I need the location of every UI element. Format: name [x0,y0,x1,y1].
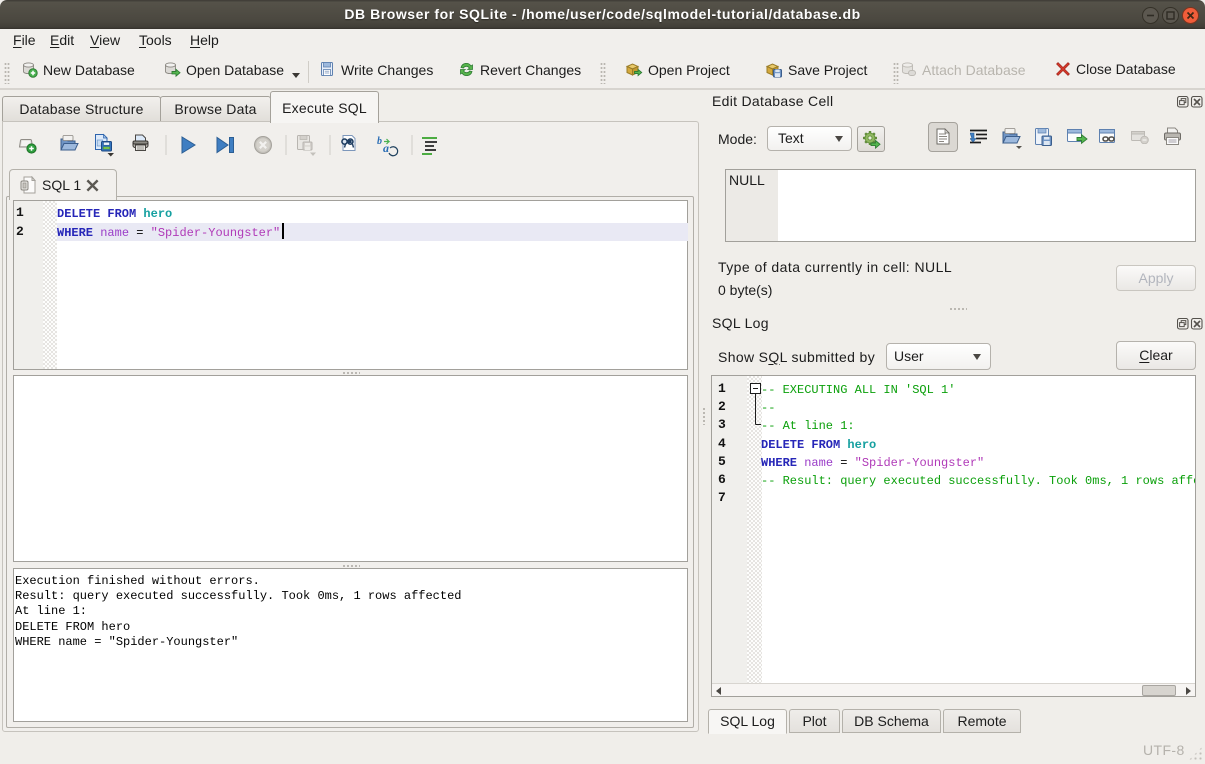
svg-text:b: b [377,136,382,147]
svg-text:a: a [383,141,389,155]
